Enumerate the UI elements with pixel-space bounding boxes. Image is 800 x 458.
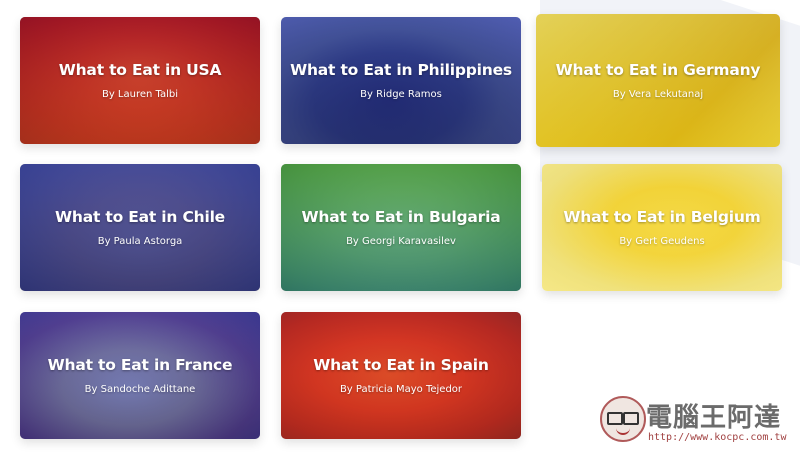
card-title: What to Eat in USA — [58, 61, 222, 79]
card-author: By Sandoche Adittane — [84, 384, 196, 395]
card-title: What to Eat in Germany — [555, 61, 761, 79]
card-author: By Patricia Mayo Tejedor — [339, 384, 463, 395]
card-germany[interactable]: What to Eat in Germany By Vera Lekutanaj — [536, 14, 780, 147]
card-author: By Lauren Talbi — [101, 89, 179, 100]
card-title: What to Eat in France — [47, 356, 233, 374]
card-spain[interactable]: What to Eat in Spain By Patricia Mayo Te… — [281, 312, 521, 439]
card-author: By Paula Astorga — [97, 236, 183, 247]
card-title: What to Eat in Philippines — [290, 61, 512, 79]
card-author: By Gert Geudens — [619, 236, 705, 247]
watermark-url: http://www.kocpc.com.tw — [648, 432, 787, 443]
card-bulgaria[interactable]: What to Eat in Bulgaria By Georgi Karava… — [281, 164, 521, 291]
card-philippines[interactable]: What to Eat in Philippines By Ridge Ramo… — [281, 17, 521, 144]
watermark-logo-text: 電腦王阿達 — [646, 403, 782, 433]
mascot-face-icon — [600, 396, 646, 442]
watermark: 電腦王阿達 http://www.kocpc.com.tw — [600, 392, 800, 458]
card-belgium[interactable]: What to Eat in Belgium By Gert Geudens — [542, 164, 782, 291]
card-author: By Vera Lekutanaj — [612, 89, 704, 100]
card-title: What to Eat in Spain — [313, 356, 489, 374]
card-usa[interactable]: What to Eat in USA By Lauren Talbi — [20, 17, 260, 144]
card-chile[interactable]: What to Eat in Chile By Paula Astorga — [20, 164, 260, 291]
card-title: What to Eat in Belgium — [563, 208, 761, 226]
card-author: By Georgi Karavasilev — [346, 236, 456, 247]
card-author: By Ridge Ramos — [360, 89, 442, 100]
card-france[interactable]: What to Eat in France By Sandoche Aditta… — [20, 312, 260, 439]
card-title: What to Eat in Bulgaria — [301, 208, 501, 226]
card-title: What to Eat in Chile — [55, 208, 225, 226]
